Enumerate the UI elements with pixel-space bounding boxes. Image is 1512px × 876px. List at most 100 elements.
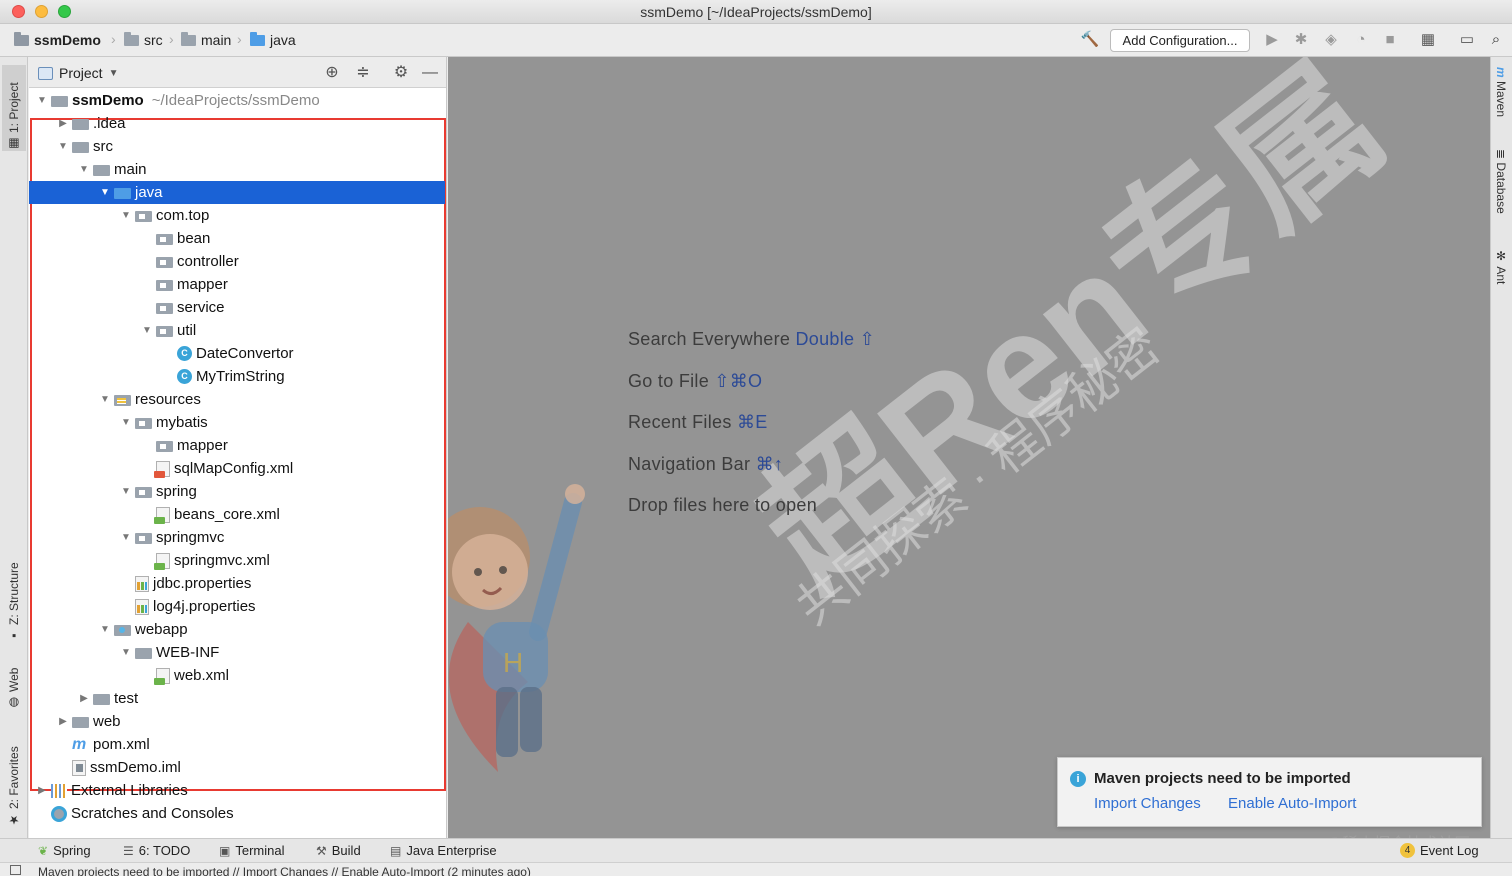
tool-window-database[interactable]: ≣ Database (1494, 149, 1508, 214)
coverage-icon[interactable]: ◈ (1321, 30, 1341, 50)
tool-window-java-enterprise[interactable]: ▤ Java Enterprise (390, 843, 497, 858)
breadcrumb-src[interactable]: src (124, 31, 163, 48)
tree-item[interactable]: ▼ spring (29, 480, 446, 503)
tree-item-label: sqlMapConfig.xml (174, 460, 294, 477)
tree-item[interactable]: mapper (29, 273, 446, 296)
gear-icon[interactable]: ⚙ (391, 63, 411, 83)
tree-item[interactable]: controller (29, 250, 446, 273)
hint-shortcut: ⌘E (736, 412, 768, 432)
tree-item[interactable]: ▶ External Libraries (29, 779, 446, 802)
hint-go-to-file: Go to File ⇧⌘O (628, 371, 762, 392)
tree-item[interactable]: ▼ util (29, 319, 446, 342)
tool-window-terminal[interactable]: ▣ Terminal (219, 843, 284, 858)
expanded-arrow-icon[interactable]: ▼ (77, 164, 91, 175)
hint-text: Recent Files (628, 412, 732, 432)
expanded-arrow-icon[interactable]: ▼ (98, 624, 112, 635)
expanded-arrow-icon[interactable]: ▼ (140, 325, 154, 336)
expanded-arrow-icon[interactable]: ▼ (119, 417, 133, 428)
tool-window-build[interactable]: ⚒ Build (316, 843, 361, 858)
tree-item[interactable]: ▼ com.top (29, 204, 446, 227)
tree-item[interactable]: m pom.xml (29, 733, 446, 756)
project-view-selector[interactable]: Project ▼ (38, 65, 118, 81)
expanded-arrow-icon[interactable]: ▼ (119, 486, 133, 497)
stop-icon[interactable]: ■ (1380, 30, 1400, 50)
add-configuration-button[interactable]: Add Configuration... (1110, 29, 1250, 52)
spring-xml-icon (154, 552, 170, 570)
tool-window-favorites[interactable]: ★ 2: Favorites (2, 732, 26, 827)
tree-item[interactable]: ▼ src (29, 135, 446, 158)
tree-item[interactable]: ▼ ssmDemo ~/IdeaProjects/ssmDemo (29, 89, 446, 112)
expanded-arrow-icon[interactable]: ▼ (119, 647, 133, 658)
collapse-all-icon[interactable]: ≑ (353, 63, 373, 83)
locate-crosshair-icon[interactable]: ⊕ (322, 63, 342, 83)
expanded-arrow-icon[interactable]: ▼ (98, 394, 112, 405)
spring-leaf-icon: ❦ (38, 843, 49, 858)
status-message[interactable]: Maven projects need to be imported // Im… (38, 865, 531, 876)
enable-auto-import-link[interactable]: Enable Auto-Import (1228, 795, 1356, 812)
tree-item[interactable]: bean (29, 227, 446, 250)
breadcrumb-project[interactable]: ssmDemo (14, 31, 101, 48)
tool-window-structure[interactable]: ▪ Z: Structure (2, 547, 26, 643)
collapsed-arrow-icon[interactable]: ▶ (77, 693, 91, 704)
import-changes-link[interactable]: Import Changes (1094, 795, 1201, 812)
debug-icon[interactable]: ✱ (1291, 30, 1311, 50)
tree-item[interactable]: beans_core.xml (29, 503, 446, 526)
profile-icon[interactable]: ◔ (1351, 30, 1371, 50)
run-icon[interactable]: ▶ (1262, 30, 1282, 50)
package-icon (156, 234, 173, 245)
project-structure-icon[interactable]: ▦ (1418, 30, 1438, 50)
expanded-arrow-icon[interactable]: ▼ (98, 187, 112, 198)
tree-item[interactable]: springmvc.xml (29, 549, 446, 572)
tree-item[interactable]: ▶ .idea (29, 112, 446, 135)
tool-window-ant[interactable]: ✻ Ant (1494, 249, 1508, 284)
tool-window-todo[interactable]: ☰ 6: TODO (123, 843, 190, 858)
tool-window-event-log[interactable]: 4 Event Log (1400, 843, 1479, 858)
hide-panel-icon[interactable]: — (420, 63, 440, 83)
tool-window-maven[interactable]: m Maven (1494, 67, 1508, 117)
editor-empty-area[interactable]: 超Ren专属 共同探索 · 程序秘密 H Search Everywhere D… (448, 57, 1490, 838)
expanded-arrow-icon[interactable]: ▼ (119, 210, 133, 221)
expanded-arrow-icon[interactable]: ▼ (56, 141, 70, 152)
tree-item[interactable]: C DateConvertor (29, 342, 446, 365)
presentation-icon[interactable]: ▭ (1457, 30, 1477, 50)
tree-item[interactable]: service (29, 296, 446, 319)
expanded-arrow-icon[interactable]: ▼ (35, 95, 49, 106)
tree-item[interactable]: ▼ java (29, 181, 445, 204)
expanded-arrow-icon[interactable]: ▼ (119, 532, 133, 543)
collapsed-arrow-icon[interactable]: ▶ (35, 785, 49, 796)
tree-item[interactable]: ▶ test (29, 687, 446, 710)
tree-item[interactable]: C MyTrimString (29, 365, 446, 388)
tree-item[interactable]: log4j.properties (29, 595, 446, 618)
collapsed-arrow-icon[interactable]: ▶ (56, 716, 70, 727)
breadcrumb-main[interactable]: main (181, 31, 231, 48)
tree-item[interactable]: ▼ webapp (29, 618, 446, 641)
tree-item[interactable]: jdbc.properties (29, 572, 446, 595)
chevron-down-icon: ▼ (108, 67, 119, 79)
tool-window-web[interactable]: ◍ Web (2, 662, 26, 710)
tree-item[interactable]: ▼ mybatis (29, 411, 446, 434)
tree-item[interactable]: ▼ WEB-INF (29, 641, 446, 664)
tree-item[interactable]: ▼ main (29, 158, 446, 181)
tree-item-label: mybatis (156, 414, 208, 431)
tree-item-label: mapper (177, 276, 228, 293)
build-hammer-icon[interactable]: 🔨 (1080, 30, 1100, 50)
window-title: ssmDemo [~/IdeaProjects/ssmDemo] (640, 4, 872, 20)
tool-window-spring[interactable]: ❦ Spring (38, 843, 91, 858)
breadcrumb-java[interactable]: java (250, 31, 296, 48)
tree-item[interactable]: ▼ resources (29, 388, 446, 411)
hint-text: Navigation Bar (628, 454, 751, 474)
tree-item-label: springmvc (156, 529, 225, 546)
tree-item[interactable]: web.xml (29, 664, 446, 687)
module-folder-icon (51, 96, 68, 107)
tool-window-project[interactable]: ▦ 1: Project (2, 65, 26, 151)
tree-item[interactable]: ssmDemo.iml (29, 756, 446, 779)
tree-item[interactable]: ▼ springmvc (29, 526, 446, 549)
tree-item[interactable]: sqlMapConfig.xml (29, 457, 446, 480)
tree-item[interactable]: Scratches and Consoles (29, 802, 446, 825)
tree-item[interactable]: mapper (29, 434, 446, 457)
folder-icon (135, 648, 152, 659)
collapsed-arrow-icon[interactable]: ▶ (56, 118, 70, 129)
tree-item[interactable]: ▶ web (29, 710, 446, 733)
toggle-tool-windows-icon[interactable] (10, 865, 21, 875)
search-icon[interactable]: ⌕ (1486, 30, 1506, 50)
